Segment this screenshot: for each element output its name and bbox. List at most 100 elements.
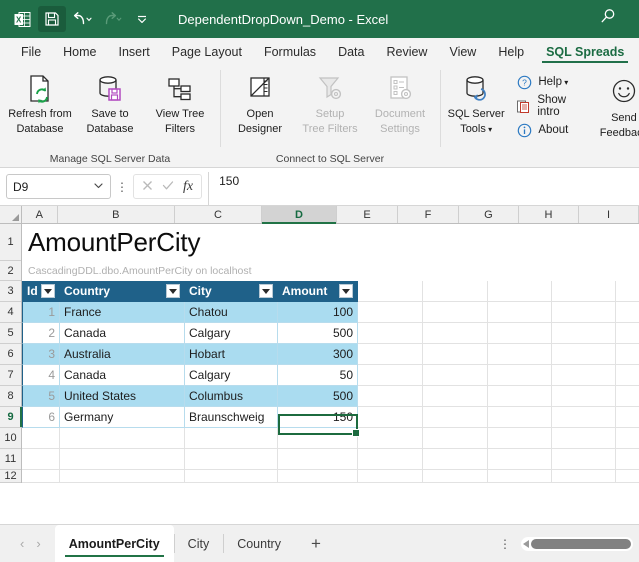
row-header-11[interactable]: 11: [0, 449, 21, 470]
empty-cell-b12[interactable]: [60, 470, 185, 483]
refresh-from-database-button[interactable]: Refresh from Database: [6, 68, 74, 135]
empty-cell-f12[interactable]: [423, 470, 488, 483]
row-header-6[interactable]: 6: [0, 344, 21, 365]
previous-sheet-icon[interactable]: ‹: [20, 536, 24, 551]
cell-country[interactable]: Canada: [60, 365, 185, 386]
cell-id[interactable]: 2: [22, 323, 60, 344]
column-header-g[interactable]: G: [458, 206, 519, 223]
save-to-database-button[interactable]: Save to Database: [76, 68, 144, 135]
ribbon-tab-data[interactable]: Data: [327, 42, 375, 64]
empty-cell-b11[interactable]: [60, 449, 185, 470]
save-icon[interactable]: [38, 6, 66, 32]
cell-country[interactable]: Canada: [60, 323, 185, 344]
column-header-h[interactable]: H: [518, 206, 579, 223]
empty-cell-a11[interactable]: [22, 449, 60, 470]
empty-cell-g12[interactable]: [488, 470, 552, 483]
connection-subtitle-cell[interactable]: CascadingDDL.dbo.AmountPerCity on localh…: [22, 261, 639, 281]
empty-cell-i5[interactable]: [616, 323, 639, 344]
empty-cell-i11[interactable]: [616, 449, 639, 470]
table-header-country[interactable]: Country: [60, 281, 185, 302]
empty-cell-h10[interactable]: [552, 428, 616, 449]
empty-cell-b10[interactable]: [60, 428, 185, 449]
column-header-i[interactable]: I: [578, 206, 639, 223]
empty-cell-i8[interactable]: [616, 386, 639, 407]
empty-cell-c10[interactable]: [185, 428, 278, 449]
formula-bar-more-icon[interactable]: ⋮: [115, 180, 129, 194]
empty-cell-h5[interactable]: [552, 323, 616, 344]
empty-cell-g5[interactable]: [488, 323, 552, 344]
horizontal-scrollbar[interactable]: [521, 536, 633, 551]
filter-dropdown-id-icon[interactable]: [41, 284, 55, 298]
sheet-tab-country[interactable]: Country: [223, 525, 295, 562]
cell-id[interactable]: 6: [22, 407, 60, 428]
empty-cell-g3[interactable]: [488, 281, 552, 302]
cell-amount[interactable]: 500: [278, 386, 358, 407]
cell-city[interactable]: Braunschweig: [185, 407, 278, 428]
sheet-tab-menu-icon[interactable]: ⋮: [499, 538, 511, 550]
ribbon-tab-sql-spreads[interactable]: SQL Spreads: [535, 42, 635, 64]
empty-cell-f8[interactable]: [423, 386, 488, 407]
cell-id[interactable]: 3: [22, 344, 60, 365]
row-header-10[interactable]: 10: [0, 428, 21, 449]
cell-country[interactable]: Germany: [60, 407, 185, 428]
empty-cell-f6[interactable]: [423, 344, 488, 365]
empty-cell-e6[interactable]: [358, 344, 423, 365]
empty-cell-a12[interactable]: [22, 470, 60, 483]
table-header-amount[interactable]: Amount: [278, 281, 358, 302]
cell-id[interactable]: 1: [22, 302, 60, 323]
empty-cell-h6[interactable]: [552, 344, 616, 365]
ribbon-tab-help[interactable]: Help: [487, 42, 535, 64]
sheet-tab-city[interactable]: City: [173, 525, 224, 562]
cell-city[interactable]: Chatou: [185, 302, 278, 323]
empty-cell-i4[interactable]: [616, 302, 639, 323]
empty-cell-c11[interactable]: [185, 449, 278, 470]
customize-quick-access-toolbar-icon[interactable]: [128, 6, 156, 32]
empty-cell-g8[interactable]: [488, 386, 552, 407]
empty-cell-e11[interactable]: [358, 449, 423, 470]
empty-cell-i3[interactable]: [616, 281, 639, 302]
empty-cell-f7[interactable]: [423, 365, 488, 386]
empty-cell-e12[interactable]: [358, 470, 423, 483]
table-header-id[interactable]: Id: [22, 281, 60, 302]
row-header-3[interactable]: 3: [0, 281, 21, 302]
empty-cell-e10[interactable]: [358, 428, 423, 449]
filter-dropdown-city-icon[interactable]: [259, 284, 273, 298]
cell-amount[interactable]: 150: [278, 407, 358, 428]
column-header-f[interactable]: F: [397, 206, 459, 223]
empty-cell-g11[interactable]: [488, 449, 552, 470]
empty-cell-f3[interactable]: [423, 281, 488, 302]
next-sheet-icon[interactable]: ›: [36, 536, 40, 551]
empty-cell-h4[interactable]: [552, 302, 616, 323]
chevron-down-icon[interactable]: [93, 180, 104, 194]
cell-country[interactable]: Australia: [60, 344, 185, 365]
empty-cell-g7[interactable]: [488, 365, 552, 386]
sql-server-tools-button[interactable]: SQL Server Tools: [446, 68, 506, 136]
empty-cell-i9[interactable]: [616, 407, 639, 428]
empty-cell-i6[interactable]: [616, 344, 639, 365]
search-icon[interactable]: [599, 8, 617, 31]
ribbon-tab-file[interactable]: File: [10, 42, 52, 64]
ribbon-tab-home[interactable]: Home: [52, 42, 107, 64]
empty-cell-e7[interactable]: [358, 365, 423, 386]
empty-cell-c12[interactable]: [185, 470, 278, 483]
row-header-9[interactable]: 9: [0, 407, 22, 428]
cell-amount[interactable]: 300: [278, 344, 358, 365]
open-designer-button[interactable]: Open Designer: [226, 68, 294, 135]
empty-cell-i12[interactable]: [616, 470, 639, 483]
empty-cell-i7[interactable]: [616, 365, 639, 386]
undo-icon[interactable]: [68, 6, 96, 32]
empty-cell-f11[interactable]: [423, 449, 488, 470]
cell-amount[interactable]: 500: [278, 323, 358, 344]
column-header-c[interactable]: C: [174, 206, 263, 223]
cell-country[interactable]: United States: [60, 386, 185, 407]
empty-cell-e9[interactable]: [358, 407, 423, 428]
ribbon-tab-view[interactable]: View: [438, 42, 487, 64]
column-header-a[interactable]: A: [22, 206, 58, 223]
cell-city[interactable]: Calgary: [185, 365, 278, 386]
ribbon-tab-review[interactable]: Review: [375, 42, 438, 64]
insert-function-icon[interactable]: fx: [183, 179, 193, 195]
cell-amount[interactable]: 50: [278, 365, 358, 386]
empty-cell-h3[interactable]: [552, 281, 616, 302]
column-header-b[interactable]: B: [57, 206, 175, 223]
empty-cell-h11[interactable]: [552, 449, 616, 470]
